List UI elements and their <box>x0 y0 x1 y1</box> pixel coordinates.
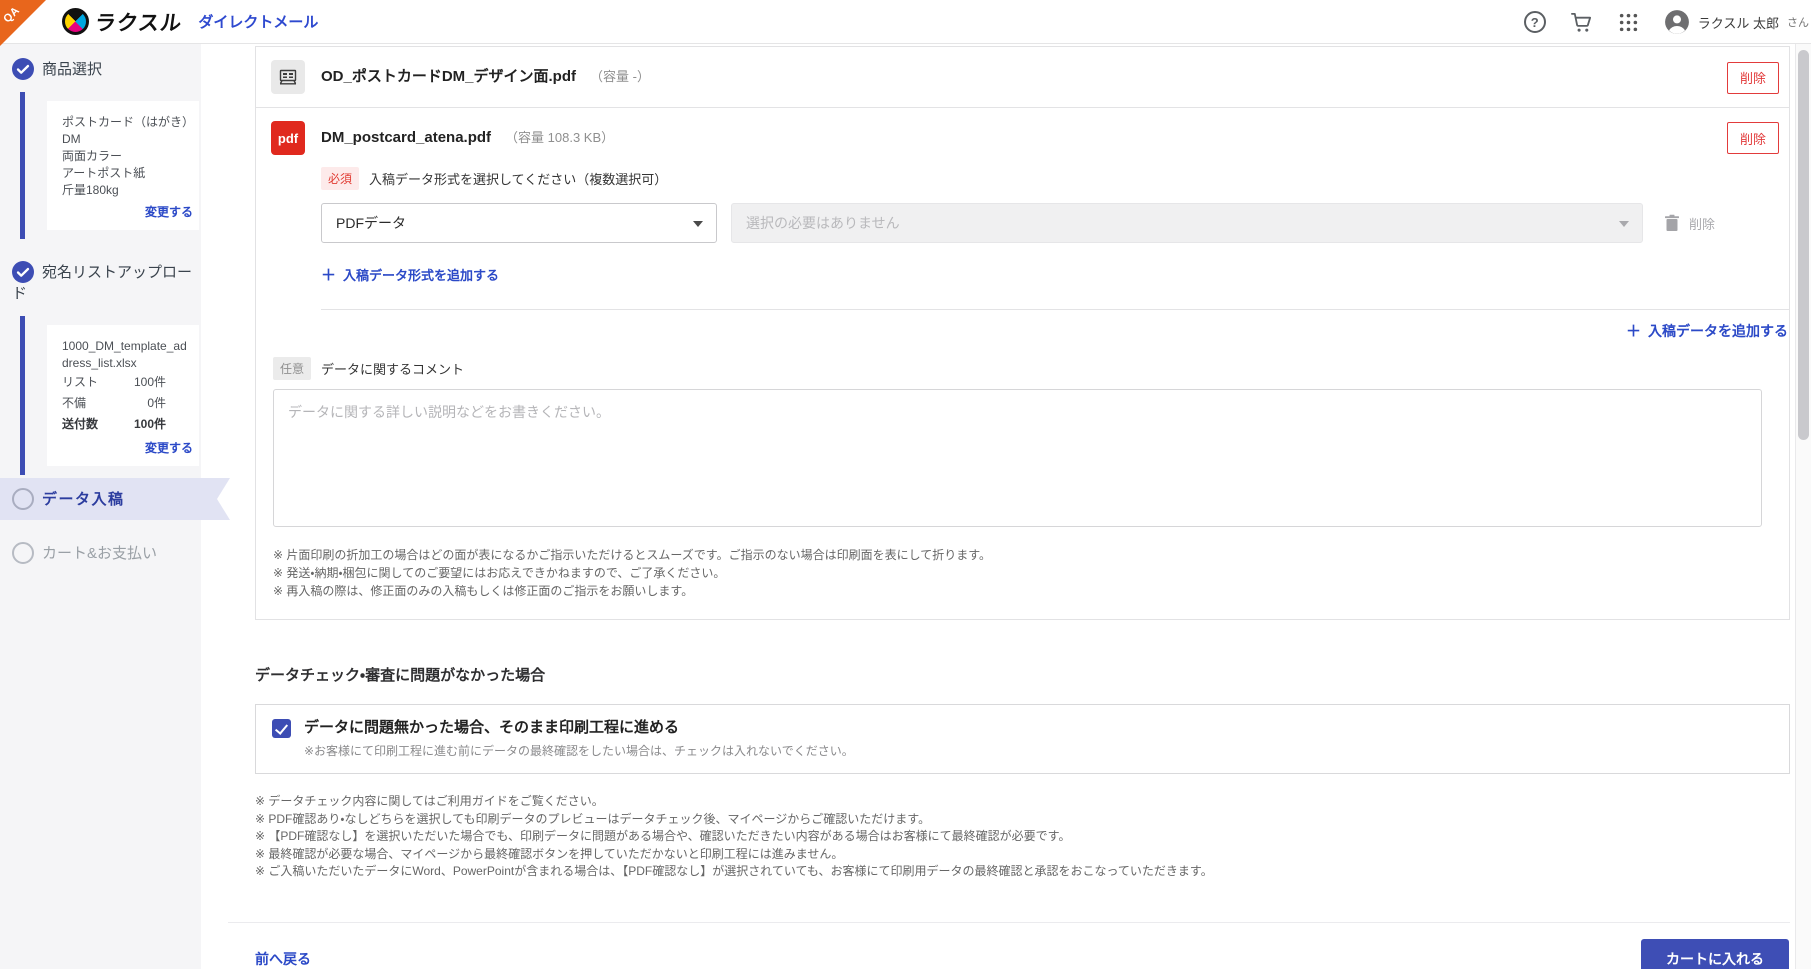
error-count-row: 不備 0件 <box>62 396 166 410</box>
sidebar-step-cart-payment[interactable]: カート&お支払い <box>0 532 201 564</box>
avatar-icon <box>1664 10 1689 34</box>
page-scrollbar-thumb[interactable] <box>1798 50 1809 440</box>
qa-ribbon-label: QA <box>1 4 23 26</box>
main-content: OD_ポストカードDM_デザイン面.pdf （容量 -） 削除 pdf DM_p… <box>201 44 1811 969</box>
change-product-link[interactable]: 変更する <box>62 203 193 220</box>
qa-ribbon: QA <box>0 0 46 46</box>
note-line: ※ 再入稿の際は、修正面のみの入稿もしくは修正面のご指示をお願いします。 <box>273 584 694 598</box>
uploaded-file-row-design: OD_ポストカードDM_デザイン面.pdf （容量 -） 削除 <box>256 47 1789 107</box>
raksul-logo-text: ラクスル <box>93 11 184 35</box>
back-link[interactable]: 前へ戻る <box>255 949 311 969</box>
note-line: ※ 片面印刷の折加工の場合はどの面が表になるかご指示いただけるとスムーズです。ご… <box>273 548 992 562</box>
add-format-link[interactable]: ＋ 入稿データ形式を追加する <box>321 264 499 285</box>
plus-icon: ＋ <box>321 267 337 284</box>
file-size: （容量 -） <box>590 69 650 84</box>
step-circle-icon <box>12 542 34 564</box>
section-divider <box>321 309 1789 310</box>
step-done-check-icon <box>12 261 34 283</box>
step-label: カート&お支払い <box>42 545 158 562</box>
plus-icon: ＋ <box>1625 323 1641 340</box>
format-instruction: 入稿データ形式を選択してください（複数選択可） <box>369 172 668 187</box>
cart-icon[interactable] <box>1570 10 1594 34</box>
data-check-notes: ※ データチェック内容に関してはご利用ガイドをご覧ください。 ※ PDF確認あり… <box>255 794 1790 880</box>
delete-format-row-label: 削除 <box>1689 216 1716 232</box>
product-line: 両面カラー <box>62 149 123 163</box>
step-label: 宛名リストアップロード <box>12 264 193 302</box>
note-line: ※ 発送・納期・梱包に関してのご要望にはお応えできかねますので、ご了承ください。 <box>273 566 726 580</box>
step-circle-icon <box>12 488 34 510</box>
steps-sidebar: 商品選択 ポストカード（はがき）DM 両面カラー アートポスト紙 斤量180kg… <box>0 44 230 969</box>
proceed-to-print-checkbox[interactable] <box>272 719 291 738</box>
proceed-to-print-label: データに問題無かった場合、そのまま印刷工程に進める <box>304 719 680 736</box>
sidebar-step-product[interactable]: 商品選択 <box>0 44 201 80</box>
account-menu[interactable]: ラクスル 太郎 さん <box>1664 9 1809 35</box>
change-address-list-link[interactable]: 変更する <box>62 439 193 456</box>
delete-format-row-control[interactable]: 削除 <box>1664 214 1715 233</box>
pdf-file-icon: pdf <box>271 121 305 155</box>
add-to-cart-button[interactable]: カートに入れる <box>1641 938 1789 969</box>
trash-icon <box>1665 214 1679 231</box>
file-name: DM_postcard_atena.pdf <box>321 129 492 146</box>
product-line: アートポスト紙 <box>62 166 146 180</box>
list-count-row: リスト 100件 <box>62 375 166 389</box>
proceed-to-print-note: ※お客様にて印刷工程に進む前にデータの最終確認をしたい場合は、チェックは入れない… <box>304 744 854 758</box>
raksul-logo-icon <box>62 8 89 35</box>
address-list-summary-card: 1000_DM_template_address_list.xlsx リスト 1… <box>20 316 199 475</box>
note-line: ※ PDF確認あり・なしどちらを選択しても印刷データのプレビューはデータチェック… <box>255 811 931 826</box>
design-file-icon <box>271 60 305 94</box>
data-check-panel: データに問題無かった場合、そのまま印刷工程に進める ※お客様にて印刷工程に進む前… <box>255 704 1790 774</box>
delete-file-button[interactable]: 削除 <box>1727 61 1779 94</box>
comment-label: データに関するコメント <box>321 362 465 377</box>
page-footer: 前へ戻る カートに入れる <box>228 921 1790 969</box>
raksul-logo[interactable]: ラクスル <box>62 7 184 37</box>
add-data-link[interactable]: ＋ 入稿データを追加する <box>1626 320 1788 341</box>
note-line: ※ 最終確認が必要な場合、マイページから最終確認ボタンを押していただかないと印刷… <box>255 846 844 861</box>
required-badge: 必須 <box>321 167 360 190</box>
note-line: ※ 【PDF確認なし】を選択いただいた場合でも、印刷データに問題がある場合や、確… <box>255 829 1071 843</box>
upload-notes: ※ 片面印刷の折加工の場合はどの面が表になるかご指示いただけるとスムーズです。ご… <box>273 547 1774 599</box>
step-done-check-icon <box>12 58 34 80</box>
sidebar-step-data-upload[interactable]: データ入稿 <box>0 478 230 520</box>
format-option-select-disabled[interactable]: 選択の必要はありません <box>731 203 1643 243</box>
note-line: ※ データチェック内容に関してはご利用ガイドをご覧ください。 <box>255 794 604 808</box>
address-list-filename: 1000_DM_template_address_list.xlsx <box>62 339 187 370</box>
send-count-row: 送付数 100件 <box>62 417 166 431</box>
delete-file-button[interactable]: 削除 <box>1727 122 1779 154</box>
data-format-select[interactable]: PDFデータ <box>321 203 717 243</box>
header-actions: ? ラクスル 太郎 さん <box>1523 0 1809 44</box>
sidebar-step-address-list[interactable]: 宛名リストアップロード <box>0 247 201 304</box>
service-title: ダイレクトメール <box>198 14 319 31</box>
step-label: データ入稿 <box>42 491 125 508</box>
help-icon[interactable]: ? <box>1523 10 1547 34</box>
comment-section: 任意 データに関するコメント ※ 片面印刷の折加工の場合はどの面が表になるかご指… <box>256 341 1789 619</box>
apps-grid-icon[interactable] <box>1617 10 1641 34</box>
uploaded-file-row-pdf: pdf DM_postcard_atena.pdf （容量 108.3 KB） … <box>256 108 1789 285</box>
user-name-suffix: さん <box>1787 17 1809 29</box>
comment-textarea[interactable] <box>273 389 1762 527</box>
data-upload-panel: OD_ポストカードDM_デザイン面.pdf （容量 -） 削除 pdf DM_p… <box>255 46 1790 620</box>
app-header: QA ラクスル ダイレクトメール ? ラクスル 太郎 さん <box>0 0 1811 46</box>
data-check-heading: データチェック・審査に問題がなかった場合 <box>255 667 546 684</box>
product-summary-card: ポストカード（はがき）DM 両面カラー アートポスト紙 斤量180kg 変更する <box>20 92 199 239</box>
user-name: ラクスル 太郎 <box>1697 15 1779 31</box>
file-size: （容量 108.3 KB） <box>505 130 615 145</box>
file-name: OD_ポストカードDM_デザイン面.pdf <box>321 68 577 85</box>
page-scrollbar-track <box>1795 44 1811 969</box>
step-label: 商品選択 <box>42 61 103 78</box>
optional-badge: 任意 <box>273 357 312 380</box>
product-line: ポストカード（はがき）DM <box>62 115 189 146</box>
note-line: ※ ご入稿いただいたデータにWord、PowerPointが含まれる場合は、【P… <box>255 864 1213 878</box>
product-line: 斤量180kg <box>62 183 119 197</box>
